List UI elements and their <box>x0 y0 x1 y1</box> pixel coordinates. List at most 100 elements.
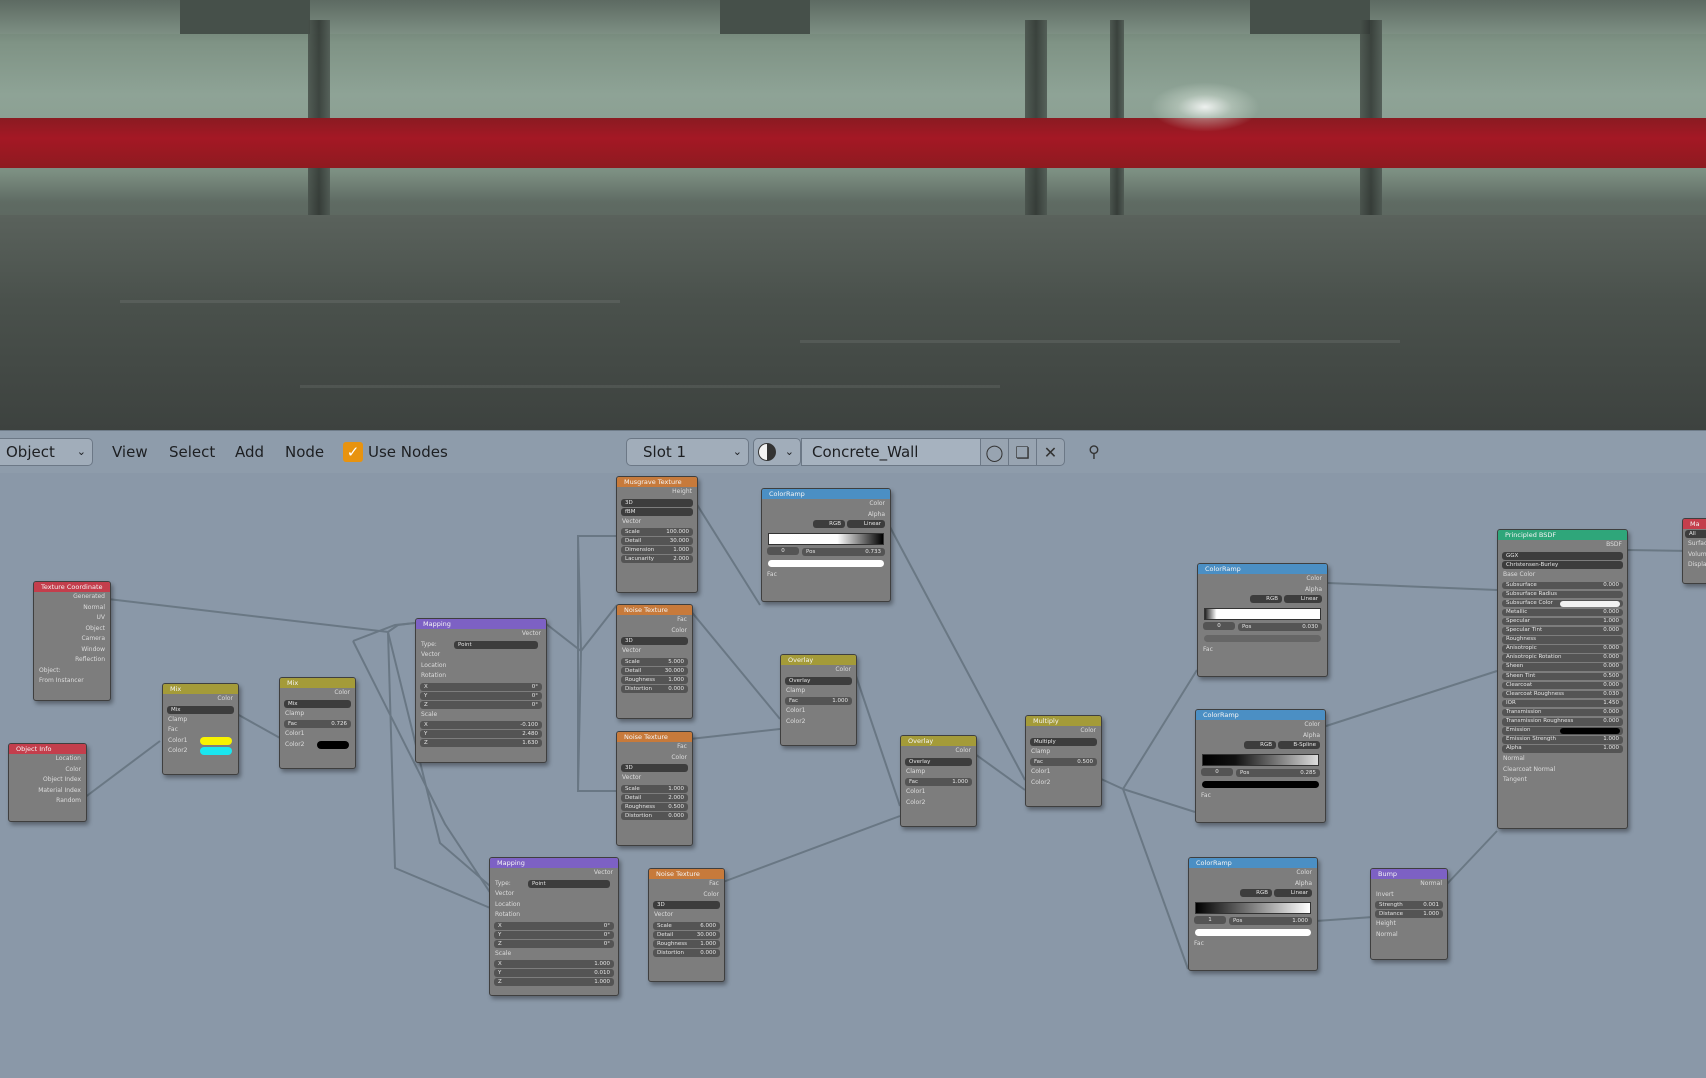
object-field-label[interactable]: Object: <box>34 666 110 677</box>
detail-field[interactable]: Detail 30.000 <box>653 930 720 939</box>
color-mode-dropdown[interactable]: RGB <box>813 520 845 528</box>
bsdf-input-normal[interactable]: Normal <box>1498 754 1627 765</box>
stop-index-field[interactable]: 0 <box>1203 621 1235 630</box>
mapping-node[interactable]: Mapping Vector Type: Point Vector Locatio… <box>415 618 547 763</box>
type-dropdown[interactable]: Point <box>454 640 538 649</box>
bsdf-input-metallic[interactable]: Metallic 0.000 <box>1502 608 1623 617</box>
color-ramp-gradient[interactable] <box>768 532 884 545</box>
emission-color-swatch[interactable] <box>1560 728 1620 735</box>
bsdf-input-anisotropic[interactable]: Anisotropic 0.000 <box>1502 645 1623 653</box>
menu-add[interactable]: Add <box>235 431 264 473</box>
clamp-checkbox[interactable]: Clamp <box>901 767 976 778</box>
blend-mode-dropdown[interactable]: Overlay <box>785 676 852 685</box>
scale-z-field[interactable]: Z 1.000 <box>494 978 614 986</box>
bsdf-input-transmission[interactable]: Transmission 0.000 <box>1502 708 1623 717</box>
stop-pos-field[interactable]: Pos 1.000 <box>1229 916 1312 925</box>
detail-field[interactable]: Detail 30.000 <box>621 666 688 675</box>
input-color2[interactable]: Color2 <box>280 740 355 751</box>
texture-coordinate-node[interactable]: Texture Coordinate Generated Normal UV O… <box>33 581 111 701</box>
from-instancer-checkbox[interactable]: From Instancer <box>34 676 110 687</box>
mode-dropdown[interactable]: Object ⌄ <box>0 438 93 466</box>
stop-index-field[interactable]: 0 <box>1201 767 1233 776</box>
roughness-field[interactable]: Roughness 1.000 <box>621 675 688 684</box>
clamp-checkbox[interactable]: Clamp <box>280 709 355 720</box>
bsdf-input-specular-tint[interactable]: Specular Tint 0.000 <box>1502 627 1623 635</box>
overlay-mix-node[interactable]: Overlay Color Overlay Clamp Fac 1.000 Col… <box>780 654 857 746</box>
type-row[interactable]: Type: Point <box>416 640 546 651</box>
fac-field[interactable]: Fac 1.000 <box>785 697 852 705</box>
dimensions-dropdown[interactable]: 3D <box>653 901 720 909</box>
scale-x-field[interactable]: X -0.100 <box>420 721 542 729</box>
noise-texture-node[interactable]: Noise Texture Fac Color 3D Vector Scale 1… <box>616 731 693 846</box>
subsurface-method-dropdown[interactable]: Christensen-Burley <box>1502 560 1623 569</box>
target-dropdown[interactable]: All <box>1685 530 1706 538</box>
rotation-x-field[interactable]: X 0° <box>494 921 614 930</box>
lacunarity-field[interactable]: Lacunarity 2.000 <box>621 555 693 563</box>
bsdf-input-specular[interactable]: Specular 1.000 <box>1502 617 1623 626</box>
render-viewport[interactable] <box>0 0 1706 430</box>
stop-index-field[interactable]: 1 <box>1194 915 1226 924</box>
rotation-x-field[interactable]: X 0° <box>420 682 542 691</box>
noise-texture-node[interactable]: Noise Texture Fac Color 3D Vector Scale 5… <box>616 604 693 719</box>
strength-field[interactable]: Strength 0.001 <box>1375 901 1443 909</box>
duplicate-material-icon[interactable]: ❏ <box>1009 438 1037 466</box>
stop-pos-field[interactable]: Pos 0.733 <box>802 547 885 556</box>
stop-pos-field[interactable]: Pos 0.030 <box>1238 622 1322 631</box>
bsdf-input-sheen[interactable]: Sheen 0.000 <box>1502 663 1623 671</box>
detail-field[interactable]: Detail 30.000 <box>621 537 693 545</box>
clamp-checkbox[interactable]: Clamp <box>781 686 856 697</box>
slot-dropdown[interactable]: Slot 1 ⌄ <box>626 438 749 466</box>
rotation-y-field[interactable]: Y 0° <box>420 691 542 700</box>
color-ramp-node[interactable]: ColorRamp Color Alpha RGB B-Spline 0 Pos 0… <box>1195 709 1326 823</box>
pin-icon[interactable]: ⚲ <box>1080 438 1108 466</box>
mix-node[interactable]: Mix Color Mix Clamp Fac 0.726 Color1 Colo… <box>279 677 356 769</box>
color2-swatch[interactable] <box>317 740 349 749</box>
roughness-field[interactable]: Roughness 0.500 <box>621 802 688 811</box>
fac-field[interactable]: Fac 1.000 <box>905 778 972 786</box>
rotation-y-field[interactable]: Y 0° <box>494 930 614 939</box>
use-nodes-checkbox[interactable]: ✓ <box>343 442 363 462</box>
musgrave-texture-node[interactable]: Musgrave Texture Height 3D fBM Vector Sc… <box>616 476 698 593</box>
material-name-field[interactable]: Concrete_Wall <box>801 438 981 466</box>
clamp-checkbox[interactable]: Clamp <box>1026 747 1101 758</box>
scale-z-field[interactable]: Z 1.630 <box>420 739 542 747</box>
unlink-close-icon[interactable]: ✕ <box>1037 438 1065 466</box>
menu-node[interactable]: Node <box>285 431 324 473</box>
bsdf-input-subsurface-radius[interactable]: Subsurface Radius <box>1502 590 1623 599</box>
musgrave-type-dropdown[interactable]: fBM <box>621 507 693 516</box>
mix-node[interactable]: Mix Color Mix Clamp Fac Color1 Color2 <box>162 683 239 775</box>
bsdf-input-clearcoat[interactable]: Clearcoat 0.000 <box>1502 681 1623 690</box>
distance-field[interactable]: Distance 1.000 <box>1375 910 1443 918</box>
dimensions-dropdown[interactable]: 3D <box>621 764 688 772</box>
blend-mode-dropdown[interactable]: Mix <box>167 705 234 714</box>
distortion-field[interactable]: Distortion 0.000 <box>621 811 688 820</box>
interpolation-dropdown[interactable]: Linear <box>1284 595 1322 603</box>
dimension-field[interactable]: Dimension 1.000 <box>621 546 693 554</box>
bump-node[interactable]: Bump Normal Invert Strength 0.001 Distanc… <box>1370 868 1448 960</box>
material-browse-button[interactable]: ⌄ <box>753 438 801 466</box>
multiply-mix-node[interactable]: Multiply Color Multiply Clamp Fac 0.500 C… <box>1025 715 1102 807</box>
scale-y-field[interactable]: Y 2.480 <box>420 730 542 738</box>
blend-mode-dropdown[interactable]: Mix <box>284 699 351 708</box>
stop-color-swatch[interactable] <box>768 560 884 567</box>
bsdf-input-clearcoat-roughness[interactable]: Clearcoat Roughness 0.030 <box>1502 690 1623 699</box>
bsdf-input-roughness[interactable]: Roughness <box>1502 636 1623 644</box>
bsdf-input-emission-strength[interactable]: Emission Strength 1.000 <box>1502 736 1623 744</box>
interpolation-dropdown[interactable]: Linear <box>1274 889 1312 897</box>
rotation-z-field[interactable]: Z 0° <box>494 939 614 948</box>
stop-index-field[interactable]: 0 <box>767 546 799 555</box>
interpolation-dropdown[interactable]: B-Spline <box>1278 741 1320 749</box>
stop-pos-field[interactable]: Pos 0.285 <box>1236 768 1320 777</box>
rotation-z-field[interactable]: Z 0° <box>420 700 542 709</box>
blend-mode-dropdown[interactable]: Overlay <box>905 757 972 766</box>
menu-select[interactable]: Select <box>169 431 215 473</box>
color-ramp-gradient[interactable] <box>1202 753 1319 766</box>
invert-checkbox[interactable]: Invert <box>1371 890 1447 901</box>
bsdf-input-subsurface[interactable]: Subsurface 0.000 <box>1502 581 1623 590</box>
color-ramp-gradient[interactable] <box>1195 901 1311 914</box>
distribution-dropdown[interactable]: GGX <box>1502 551 1623 560</box>
distortion-field[interactable]: Distortion 0.000 <box>653 948 720 957</box>
bsdf-input-alpha[interactable]: Alpha 1.000 <box>1502 745 1623 753</box>
noise-texture-node[interactable]: Noise Texture Fac Color 3D Vector Scale 6… <box>648 868 725 982</box>
detail-field[interactable]: Detail 2.000 <box>621 793 688 802</box>
